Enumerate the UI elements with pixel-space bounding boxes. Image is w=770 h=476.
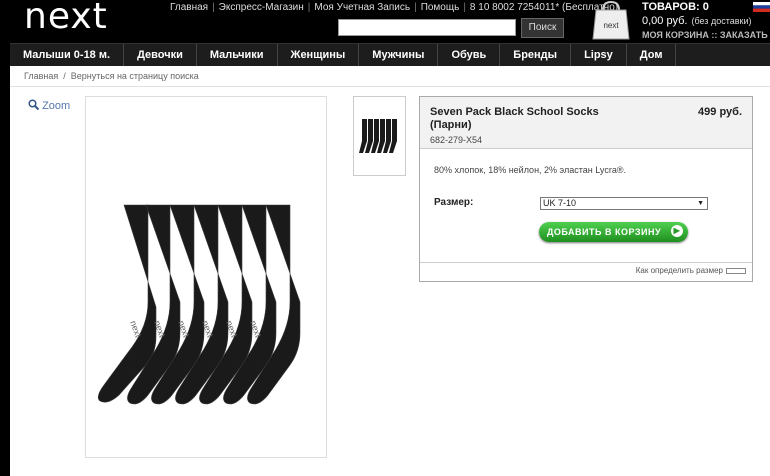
product-description: 80% хлопок, 18% нейлон, 2% эластан Lycra…	[434, 165, 626, 175]
nav-item-women[interactable]: Женщины	[278, 44, 360, 66]
nav-item-shoes[interactable]: Обувь	[438, 44, 501, 66]
size-guide-label: Как определить размер	[635, 266, 723, 275]
size-select-value: UK 7-10	[543, 198, 577, 208]
product-price: 499 руб.	[698, 106, 742, 118]
shopping-bag-icon[interactable]: next	[592, 0, 630, 40]
product-sku: 682-279-X54	[430, 135, 483, 145]
nav-item-boys[interactable]: Мальчики	[197, 44, 278, 66]
nav-item-men[interactable]: Мужчины	[359, 44, 439, 66]
add-to-cart-button[interactable]: ДОБАВИТЬ В КОРЗИНУ ▶	[539, 222, 688, 242]
breadcrumb-separator: /	[63, 71, 66, 81]
size-select[interactable]: UK 7-10 ▼	[540, 197, 708, 210]
zoom-label: Zoom	[42, 100, 71, 112]
bag-logo: next	[603, 21, 619, 30]
site-header: next Главная | Экспресс-Магазин | Моя Учетна…	[0, 0, 770, 42]
next-logo[interactable]: next	[24, 0, 108, 37]
product-thumbnail[interactable]	[353, 96, 406, 176]
product-details-panel: Seven Pack Black School Socks (Парни) 49…	[419, 96, 753, 282]
checkout-link[interactable]: ЗАКАЗАТЬ	[720, 30, 768, 40]
product-page: Главная / Вернуться на страницу поиска Zoo…	[10, 66, 770, 476]
nav-item-home[interactable]: Дом	[627, 44, 677, 66]
magnifier-icon	[28, 99, 40, 111]
nav-item-brands[interactable]: Бренды	[500, 44, 572, 66]
product-header: Seven Pack Black School Socks (Парни) 49…	[420, 97, 752, 149]
basket-link-separator: ::	[711, 30, 718, 40]
product-image[interactable]: next next next next next next	[85, 96, 327, 458]
product-title: Seven Pack Black School Socks (Парни)	[430, 106, 599, 131]
breadcrumb-home[interactable]: Главная	[24, 71, 58, 81]
search-button[interactable]: Поиск	[521, 18, 564, 38]
zoom-button[interactable]: Zoom	[28, 99, 70, 112]
delivery-note: (без доставки)	[691, 16, 752, 26]
nav-item-lipsy[interactable]: Lipsy	[571, 44, 627, 66]
search-input[interactable]	[338, 19, 516, 36]
my-basket-link[interactable]: МОЯ КОРЗИНА	[642, 30, 709, 40]
divider	[10, 86, 770, 87]
size-label: Размер:	[434, 197, 474, 208]
main-nav: Малыши 0-18 м. Девочки Мальчики Женщины …	[10, 43, 770, 66]
basket-summary: ТОВАРОВ: 0 0,00 руб. (без доставки) МОЯ К…	[642, 1, 768, 40]
socks-image: next next next next next next	[97, 204, 301, 405]
breadcrumb-back[interactable]: Вернуться на страницу поиска	[71, 71, 199, 81]
nav-item-girls[interactable]: Девочки	[124, 44, 197, 66]
top-link-home[interactable]: Главная	[170, 2, 208, 13]
top-link-express[interactable]: Экспресс-Магазин	[219, 2, 304, 13]
size-guide-link[interactable]: Как определить размер	[636, 266, 746, 275]
dropdown-arrow-icon: ▼	[697, 200, 704, 207]
top-link-help[interactable]: Помощь	[421, 2, 460, 13]
arrow-right-icon: ▶	[671, 225, 683, 237]
divider	[420, 262, 752, 263]
top-link-account[interactable]: Моя Учетная Запись	[314, 2, 410, 13]
add-to-cart-label: ДОБАВИТЬ В КОРЗИНУ	[547, 227, 662, 237]
breadcrumb: Главная / Вернуться на страницу поиска	[24, 71, 199, 81]
basket-count: ТОВАРОВ: 0	[642, 1, 709, 13]
socks-thumbnail-image	[359, 119, 397, 153]
top-links: Главная | Экспресс-Магазин | Моя Учетная Зап…	[170, 2, 619, 13]
ruler-icon	[726, 267, 746, 274]
nav-item-babies[interactable]: Малыши 0-18 м.	[10, 44, 125, 66]
basket-total: 0,00 руб.	[642, 15, 688, 27]
russia-flag-icon[interactable]	[753, 2, 770, 12]
